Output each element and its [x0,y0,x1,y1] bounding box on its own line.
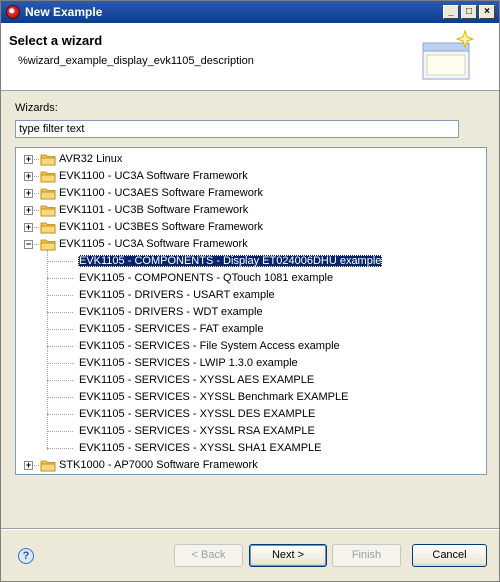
tree-leaf-item[interactable]: EVK1105 - COMPONENTS - Display ET024006D… [16,253,486,270]
tree-folder-item[interactable]: + EVK1101 - UC3B Software Framework [16,202,486,219]
tree-connector [47,380,73,381]
tree-leaf-label: EVK1105 - SERVICES - XYSSL AES EXAMPLE [79,374,315,386]
wizards-label: Wizards: [15,102,58,114]
back-button[interactable]: < Back [174,544,243,567]
tree-leaf-label: EVK1105 - SERVICES - LWIP 1.3.0 example [79,357,298,369]
tree-connector [47,346,73,347]
tree-connector [47,414,73,415]
close-button[interactable]: × [479,5,495,19]
window-title: New Example [25,5,103,19]
folder-icon [40,153,56,166]
tree-connector [47,295,73,296]
tree-folder-label: EVK1101 - UC3BES Software Framework [59,221,263,233]
tree-connector [34,227,39,228]
tree-folder-label: AVR32 Linux [59,153,123,165]
expand-toggle-icon[interactable]: + [24,461,33,470]
tree-connector [47,312,73,313]
folder-icon [40,187,56,200]
folder-icon [40,459,56,472]
minimize-button[interactable]: _ [443,5,459,19]
maximize-button[interactable]: □ [461,5,477,19]
tree-leaf-label: EVK1105 - COMPONENTS - QTouch 1081 examp… [79,272,334,284]
wizard-tree[interactable]: + AVR32 Linux + EVK1100 - UC3A Software Fra… [15,147,487,475]
folder-icon [40,221,56,234]
tree-leaf-label: EVK1105 - SERVICES - XYSSL Benchmark EXA… [79,391,349,403]
tree-leaf-label-selected: EVK1105 - COMPONENTS - Display ET024006D… [78,255,383,267]
tree-leaf-item[interactable]: EVK1105 - SERVICES - XYSSL DES EXAMPLE [16,406,486,423]
tree-connector [47,448,73,449]
open-folder-icon [40,238,56,251]
expand-toggle-icon[interactable]: + [24,206,33,215]
tree-connector [47,397,73,398]
eclipse-app-icon [6,5,20,19]
tree-folder-item[interactable]: + STK1000 - AP7000 Software Framework [16,457,486,474]
title-bar[interactable]: New Example _ □ × [1,1,499,23]
new-example-dialog: New Example _ □ × Select a wizard %wizar… [0,0,500,582]
tree-leaf-label: EVK1105 - DRIVERS - USART example [79,289,275,301]
tree-leaf-item[interactable]: EVK1105 - DRIVERS - USART example [16,287,486,304]
folder-icon [40,170,56,183]
tree-folder-item[interactable]: + EVK1100 - UC3AES Software Framework [16,185,486,202]
tree-folder-item[interactable]: + AVR32 Linux [16,151,486,168]
tree-folder-label: EVK1101 - UC3B Software Framework [59,204,249,216]
page-description: %wizard_example_display_evk1105_descript… [18,55,254,67]
tree-folder-item[interactable]: + EVK1101 - UC3BES Software Framework [16,219,486,236]
tree-leaf-label: EVK1105 - SERVICES - XYSSL RSA EXAMPLE [79,425,315,437]
tree-connector [47,278,73,279]
tree-leaf-item[interactable]: EVK1105 - DRIVERS - WDT example [16,304,486,321]
tree-folder-label: EVK1100 - UC3AES Software Framework [59,187,263,199]
tree-folder-label: EVK1100 - UC3A Software Framework [59,170,248,182]
collapse-toggle-icon[interactable]: − [24,240,33,249]
tree-leaf-label: EVK1105 - SERVICES - FAT example [79,323,264,335]
tree-leaf-label: EVK1105 - SERVICES - XYSSL SHA1 EXAMPLE [79,442,322,454]
help-icon[interactable]: ? [18,548,34,564]
tree-connector [34,159,39,160]
wizard-banner-icon [422,29,475,80]
tree-connector [47,363,73,364]
tree-leaf-item[interactable]: EVK1105 - SERVICES - XYSSL Benchmark EXA… [16,389,486,406]
tree-connector [34,210,39,211]
button-bar-separator [1,528,499,530]
tree-leaf-item[interactable]: EVK1105 - SERVICES - XYSSL RSA EXAMPLE [16,423,486,440]
tree-leaf-item[interactable]: EVK1105 - SERVICES - FAT example [16,321,486,338]
tree-leaf-item[interactable]: EVK1105 - COMPONENTS - QTouch 1081 examp… [16,270,486,287]
tree-leaf-item[interactable]: EVK1105 - SERVICES - XYSSL AES EXAMPLE [16,372,486,389]
tree-folder-label: EVK1105 - UC3A Software Framework [59,238,248,250]
tree-connector [47,329,73,330]
page-title: Select a wizard [9,33,103,48]
next-button[interactable]: Next > [249,544,327,567]
wizard-header: Select a wizard %wizard_example_display_… [1,23,499,91]
tree-connector [47,431,73,432]
tree-guide-line [47,250,48,450]
cancel-button[interactable]: Cancel [412,544,487,567]
tree-connector [34,244,39,245]
tree-connector [34,465,39,466]
tree-connector [34,176,39,177]
tree-leaf-label: EVK1105 - SERVICES - File System Access … [79,340,340,352]
expand-toggle-icon[interactable]: + [24,223,33,232]
tree-folder-item[interactable]: − EVK1105 - UC3A Software Framework [16,236,486,253]
tree-leaf-label: EVK1105 - DRIVERS - WDT example [79,306,263,318]
expand-toggle-icon[interactable]: + [24,155,33,164]
tree-leaf-item[interactable]: EVK1105 - SERVICES - XYSSL SHA1 EXAMPLE [16,440,486,457]
folder-icon [40,204,56,217]
tree-connector [34,193,39,194]
tree-leaf-item[interactable]: EVK1105 - SERVICES - LWIP 1.3.0 example [16,355,486,372]
filter-input[interactable] [15,120,459,138]
tree-leaf-item[interactable]: EVK1105 - SERVICES - File System Access … [16,338,486,355]
tree-folder-item[interactable]: + EVK1100 - UC3A Software Framework [16,168,486,185]
expand-toggle-icon[interactable]: + [24,172,33,181]
tree-leaf-label: EVK1105 - SERVICES - XYSSL DES EXAMPLE [79,408,316,420]
finish-button[interactable]: Finish [332,544,401,567]
expand-toggle-icon[interactable]: + [24,189,33,198]
tree-connector [47,261,73,262]
tree-folder-label: STK1000 - AP7000 Software Framework [59,459,258,471]
